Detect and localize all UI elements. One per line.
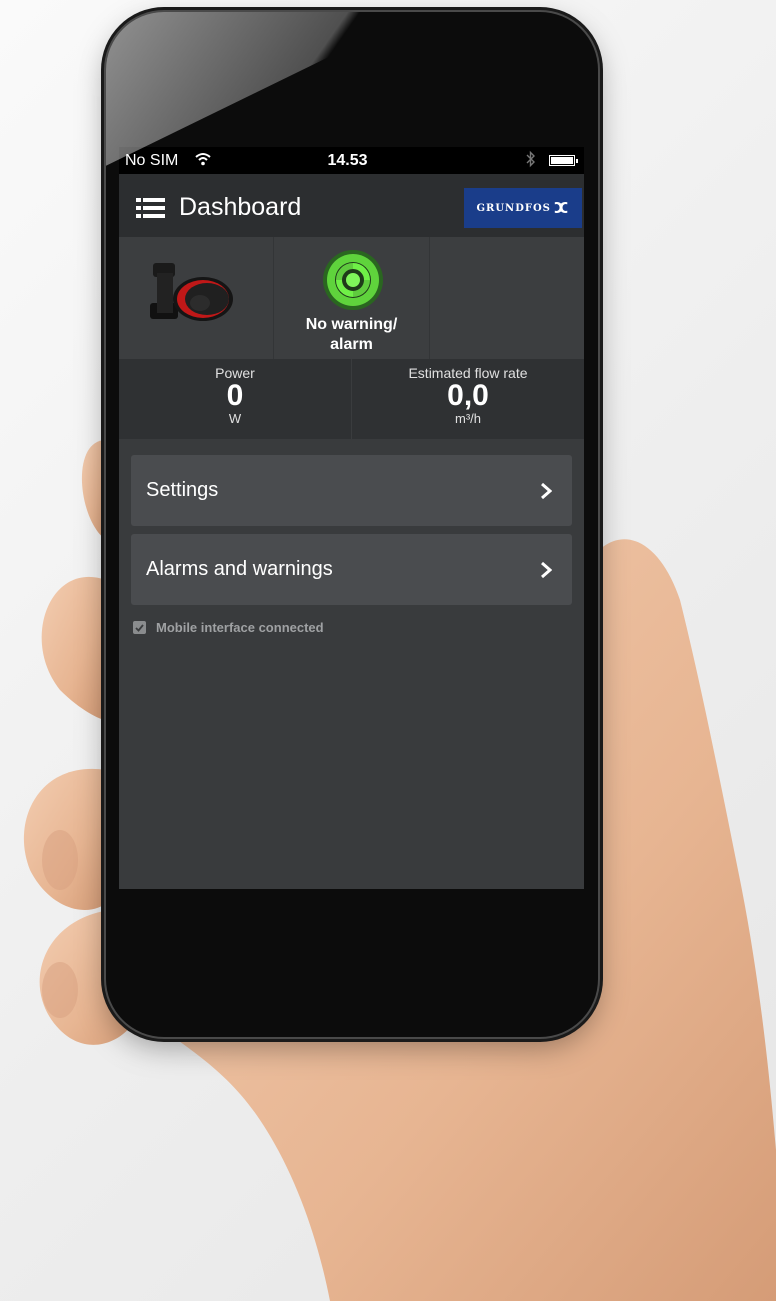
alarms-warnings-label: Alarms and warnings <box>146 558 333 580</box>
readings-panel: Power 0 W Estimated flow rate 0,0 m³/h <box>119 359 584 439</box>
power-unit: W <box>228 411 242 426</box>
checkmark-icon <box>135 623 144 632</box>
nav-list: Settings Alarms and warnings <box>119 439 584 605</box>
hamburger-menu-icon[interactable] <box>136 198 165 218</box>
chevron-right-icon <box>541 482 552 500</box>
pump-icon <box>150 263 233 321</box>
app-header: Dashboard GRUNDFOS ⵋ <box>119 174 584 237</box>
status-bar: No SIM 14.53 <box>119 147 584 174</box>
flow-value: 0,0 <box>447 379 489 412</box>
clock: 14.53 <box>327 152 368 169</box>
flow-unit: m³/h <box>455 411 481 426</box>
brand-name: GRUNDFOS <box>476 202 551 214</box>
chevron-right-icon <box>541 561 552 579</box>
phone-device: No SIM 14.53 Dashboard GRUNDFOS ⵋ No war… <box>106 12 598 1037</box>
power-reading: Power 0 W <box>119 359 352 439</box>
settings-button[interactable]: Settings <box>131 455 572 526</box>
status-ok-icon <box>323 250 384 310</box>
app-screen: No SIM 14.53 Dashboard GRUNDFOS ⵋ No war… <box>119 147 584 889</box>
power-value: 0 <box>226 379 244 412</box>
empty-tile <box>430 237 584 359</box>
battery-icon <box>549 155 578 166</box>
connection-text: Mobile interface connected <box>156 620 324 635</box>
connected-checkbox <box>133 621 146 634</box>
bluetooth-icon <box>526 150 535 168</box>
settings-label: Settings <box>146 479 219 501</box>
pump-tile[interactable] <box>119 237 275 359</box>
page-title: Dashboard <box>179 193 302 221</box>
alarms-warnings-button[interactable]: Alarms and warnings <box>131 534 572 605</box>
flow-reading: Estimated flow rate 0,0 m³/h <box>352 359 584 439</box>
connection-status: Mobile interface connected <box>119 613 584 635</box>
alarm-status-text: No warning/ alarm <box>305 316 398 353</box>
brand-mark-icon: ⵋ <box>553 199 570 217</box>
status-tiles: No warning/ alarm <box>119 237 584 359</box>
brand-logo: GRUNDFOS ⵋ <box>464 188 582 228</box>
alarm-status-tile[interactable]: No warning/ alarm <box>274 237 430 359</box>
